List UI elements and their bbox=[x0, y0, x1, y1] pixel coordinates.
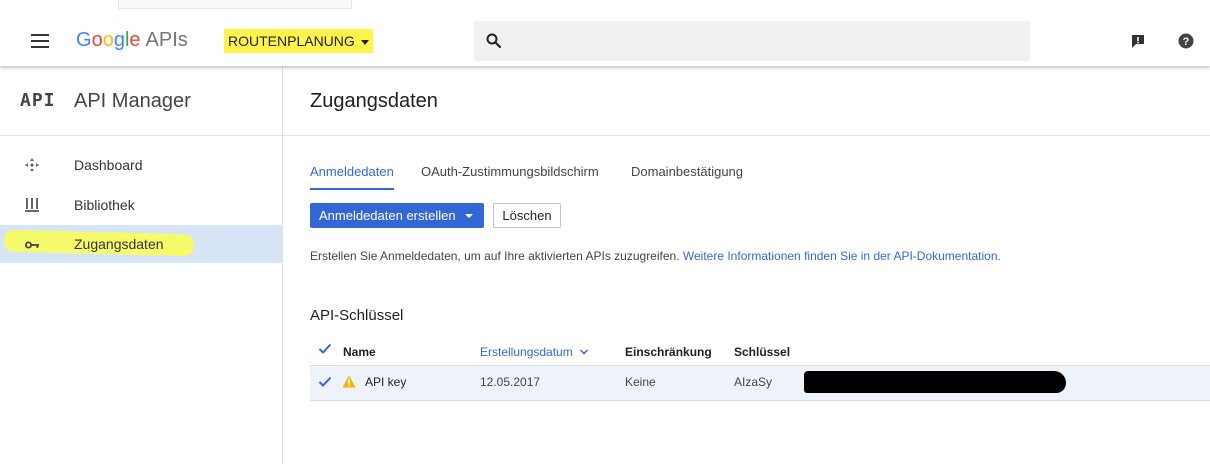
sidebar-item-dashboard[interactable]: Dashboard bbox=[0, 146, 282, 184]
create-credentials-button[interactable]: Anmeldedaten erstellen bbox=[310, 203, 484, 228]
google-apis-logo[interactable]: Google APIs bbox=[76, 28, 188, 52]
sidebar-item-label: Bibliothek bbox=[74, 197, 135, 213]
library-icon bbox=[25, 198, 39, 212]
api-key-name[interactable]: API key bbox=[365, 375, 406, 389]
info-text-line: Erstellen Sie Anmeldedaten, um auf Ihre … bbox=[310, 249, 1001, 263]
api-key-value: AIzaSy bbox=[734, 375, 773, 389]
sidebar: API API Manager Dashboard Bibliothek Zug… bbox=[0, 66, 283, 464]
warning-icon bbox=[342, 375, 356, 388]
column-header-restriction: Einschränkung bbox=[625, 345, 712, 359]
sidebar-item-label: Zugangsdaten bbox=[74, 236, 164, 252]
logo-letter: e bbox=[129, 29, 141, 51]
column-header-label: Erstellungsdatum bbox=[480, 345, 573, 359]
column-header-key: Schlüssel bbox=[734, 345, 791, 359]
logo-apis-text: APIs bbox=[145, 29, 188, 51]
chevron-down-icon bbox=[360, 39, 369, 45]
creation-date: 12.05.2017 bbox=[480, 375, 541, 389]
search-input[interactable] bbox=[514, 21, 1018, 63]
api-logo: API bbox=[20, 90, 56, 111]
table-header-row: Name Erstellungsdatum Einschränkung Schl… bbox=[310, 338, 1210, 364]
delete-button[interactable]: Löschen bbox=[493, 203, 561, 228]
column-header-date[interactable]: Erstellungsdatum bbox=[480, 345, 589, 359]
logo-letter: G bbox=[76, 29, 92, 51]
sidebar-item-bibliothek[interactable]: Bibliothek bbox=[0, 186, 282, 224]
logo-letter: g bbox=[113, 29, 125, 51]
tab-anmeldedaten[interactable]: Anmeldedaten bbox=[310, 164, 394, 190]
key-icon bbox=[25, 241, 39, 249]
main-content: Zugangsdaten Anmeldedaten OAuth-Zustimmu… bbox=[283, 66, 1210, 464]
dashboard-icon bbox=[25, 158, 39, 172]
redaction-mark bbox=[804, 371, 1066, 393]
help-icon[interactable]: ? bbox=[1178, 33, 1194, 49]
svg-text:?: ? bbox=[1183, 36, 1190, 48]
select-all-checkbox[interactable] bbox=[318, 342, 332, 356]
page-title: Zugangsdaten bbox=[310, 90, 438, 112]
project-selector[interactable]: ROUTENPLANUNG bbox=[224, 29, 373, 53]
sidebar-title: API Manager bbox=[74, 90, 191, 112]
column-header-name: Name bbox=[343, 345, 376, 359]
top-app-bar: Google APIs ROUTENPLANUNG ? bbox=[0, 0, 1210, 66]
notification-icon[interactable] bbox=[1130, 33, 1146, 49]
button-label: Anmeldedaten erstellen bbox=[319, 208, 456, 223]
project-name: ROUTENPLANUNG bbox=[228, 33, 355, 49]
api-docs-link[interactable]: Weitere Informationen finden Sie in der … bbox=[683, 249, 1001, 263]
chevron-down-icon bbox=[465, 214, 473, 218]
logo-letter: o bbox=[91, 29, 103, 51]
sidebar-header: API API Manager bbox=[0, 66, 282, 136]
tab-oauth-consent[interactable]: OAuth-Zustimmungsbildschirm bbox=[421, 164, 599, 188]
section-title: API-Schlüssel bbox=[310, 307, 404, 324]
row-checkbox[interactable] bbox=[318, 375, 332, 389]
restriction-value: Keine bbox=[625, 375, 656, 389]
search-icon bbox=[486, 33, 502, 49]
info-text: Erstellen Sie Anmeldedaten, um auf Ihre … bbox=[310, 249, 680, 263]
sort-chevron-icon bbox=[580, 349, 589, 355]
search-bar[interactable] bbox=[474, 21, 1030, 63]
page-header: Zugangsdaten bbox=[283, 66, 1210, 136]
hamburger-menu-icon[interactable] bbox=[31, 34, 49, 48]
logo-letter: o bbox=[102, 29, 114, 51]
tab-domain-verification[interactable]: Domainbestätigung bbox=[631, 164, 743, 188]
browser-tab-remnant bbox=[118, 0, 352, 9]
table-row[interactable]: API key 12.05.2017 Keine AIzaSy bbox=[310, 365, 1210, 401]
sidebar-item-label: Dashboard bbox=[74, 157, 143, 173]
